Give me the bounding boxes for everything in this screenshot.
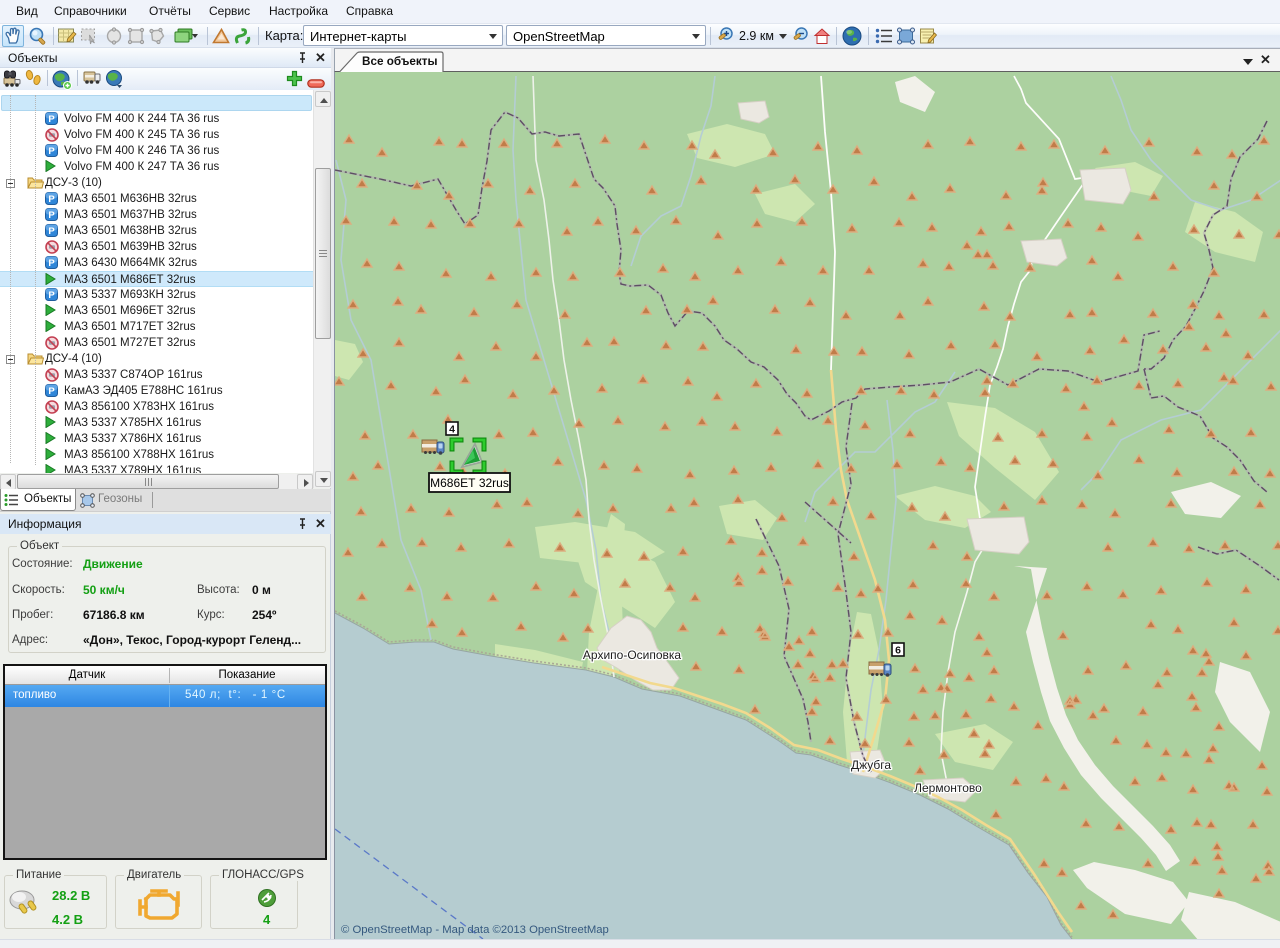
svg-text:Архипо-Осиповка: Архипо-Осиповка <box>583 648 682 662</box>
svg-text:4: 4 <box>449 424 455 436</box>
svg-text:P: P <box>48 194 55 205</box>
svg-text:P: P <box>48 210 55 221</box>
svg-text:Лермонтово: Лермонтово <box>914 781 982 795</box>
svg-text:P: P <box>48 258 55 269</box>
svg-text:P: P <box>48 226 55 237</box>
svg-text:М686ЕТ 32rus: М686ЕТ 32rus <box>430 476 509 490</box>
svg-text:P: P <box>48 146 55 157</box>
svg-text:Джубга: Джубга <box>851 758 891 772</box>
svg-text:P: P <box>48 114 55 125</box>
svg-text:© OpenStreetMap - Map data ©20: © OpenStreetMap - Map data ©2013 OpenStr… <box>341 924 609 936</box>
svg-text:P: P <box>48 386 55 397</box>
svg-text:P: P <box>48 290 55 301</box>
svg-text:6: 6 <box>895 645 901 657</box>
